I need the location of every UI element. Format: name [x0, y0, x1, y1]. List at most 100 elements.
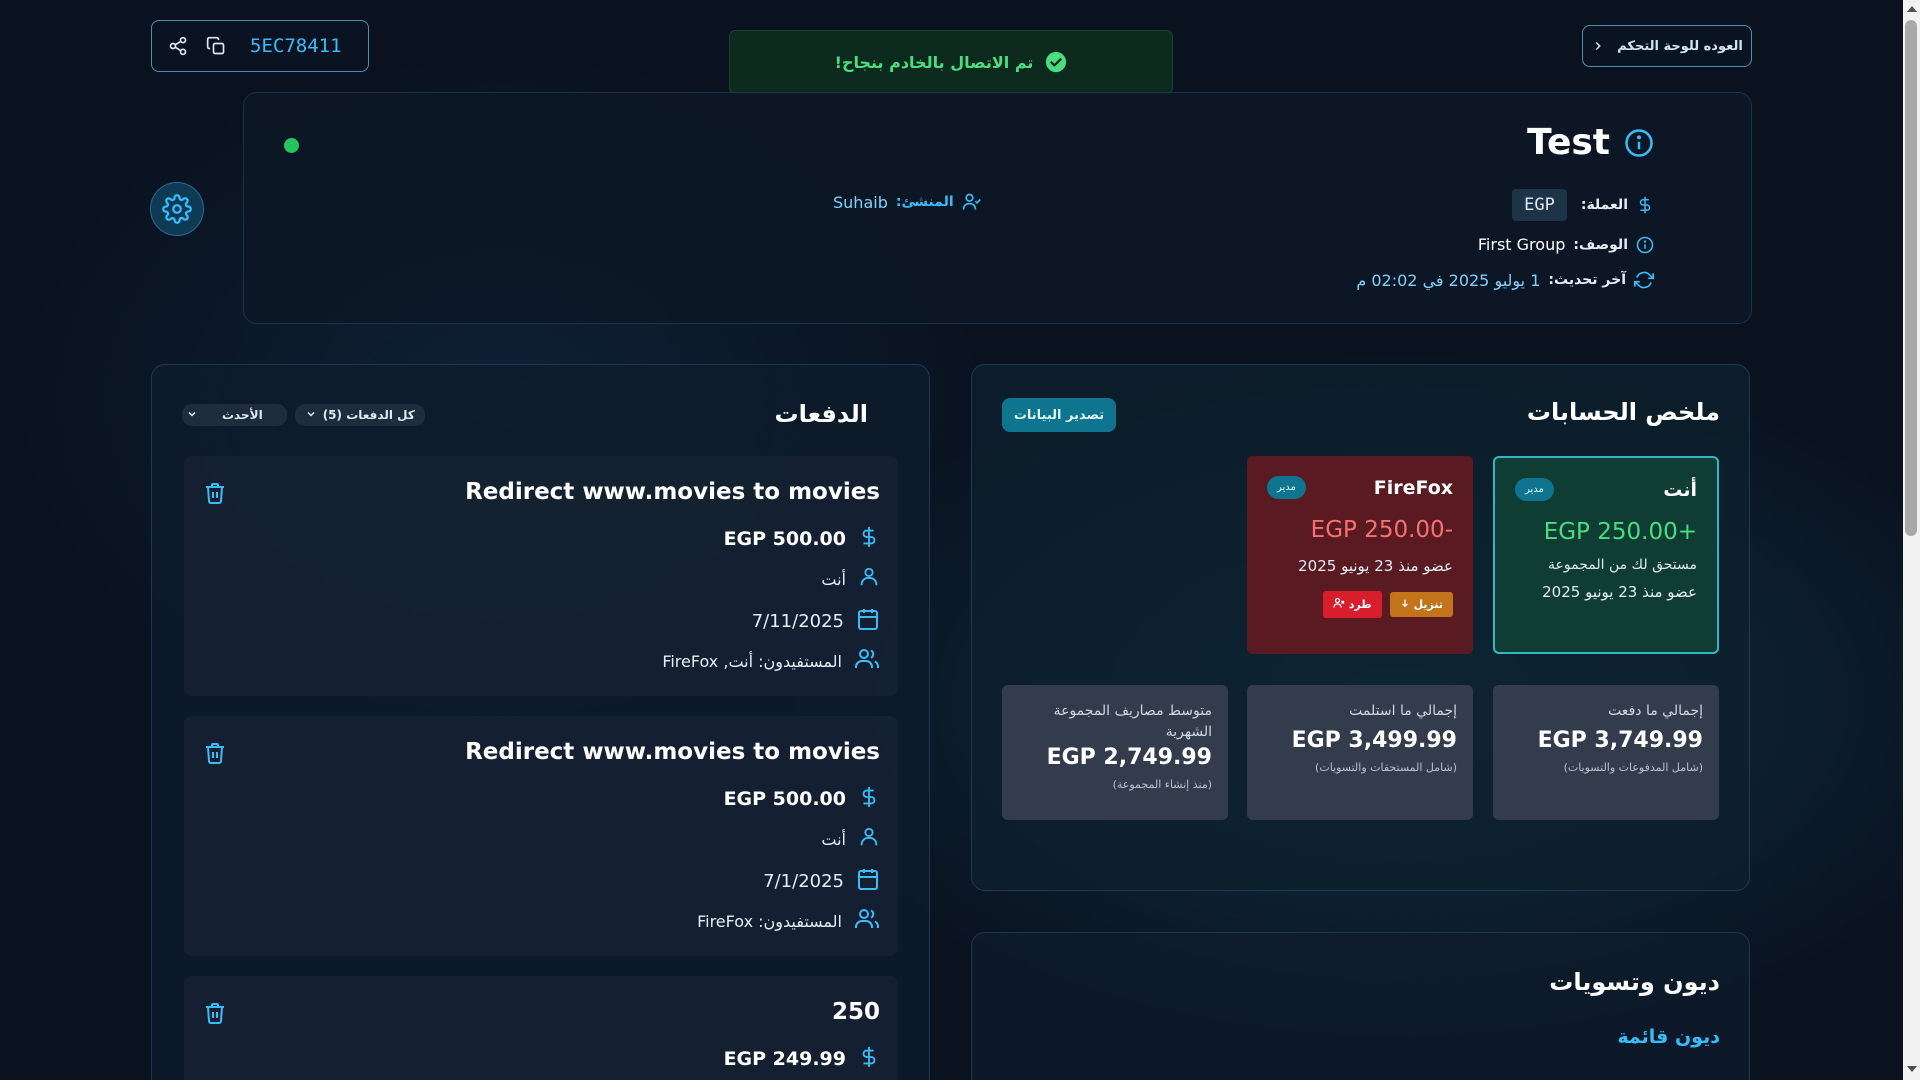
creator-name: Suhaib [833, 192, 888, 212]
description-row: الوصف: First Group [1478, 235, 1654, 254]
member-balance: -EGP 250.00 [1310, 517, 1453, 543]
stat-value: EGP 2,749.99 [1046, 745, 1212, 770]
payment-payer: أنت [821, 566, 880, 592]
kick-button[interactable]: طرد [1322, 591, 1382, 618]
share-icon[interactable] [168, 36, 188, 56]
payment-amount: EGP 500.00 [724, 786, 880, 812]
member-joined: عضو منذ 23 يونيو 2025 [1542, 583, 1697, 601]
summary-title: ملخص الحسابات [1526, 398, 1720, 426]
payment-beneficiaries-text: المستفيدون: FireFox [697, 911, 842, 931]
stat-note: (شامل المستحقات والتسويات) [1315, 761, 1457, 774]
payment-title-text: Redirect www.movies to movies [465, 479, 880, 505]
member-balance: +EGP 250.00 [1543, 519, 1697, 545]
kick-label: طرد [1348, 598, 1372, 611]
payment-payer-text: أنت [821, 829, 846, 849]
back-to-dashboard-button[interactable]: العوده للوحة التحكم [1582, 25, 1752, 67]
member-name: أنت [1663, 478, 1697, 501]
payment-date-text: 7/11/2025 [751, 610, 844, 632]
scrollbar-thumb[interactable] [1905, 20, 1917, 536]
stat-value: EGP 3,499.99 [1291, 728, 1457, 753]
dollar-icon [858, 1046, 880, 1072]
stat-value: EGP 3,749.99 [1537, 728, 1703, 753]
payment-title: Redirect www.movies to movies [465, 479, 880, 505]
group-title: Test [1527, 122, 1654, 163]
settings-button[interactable] [150, 182, 204, 236]
users-icon [854, 907, 880, 935]
chevron-down-icon [186, 408, 198, 423]
user-check-icon [962, 192, 982, 212]
role-badge: مدير [1515, 478, 1554, 501]
scroll-down-arrow-icon[interactable] [1907, 1066, 1917, 1072]
updated-row: آخر تحديث: 1 يوليو 2025 في 02:02 م [1356, 270, 1654, 290]
description-label: الوصف: [1573, 236, 1628, 253]
stat-note: (شامل المدفوعات والتسويات) [1563, 761, 1703, 774]
currency-label: العملة: [1580, 197, 1628, 213]
online-status-dot [284, 138, 299, 153]
currency-badge: EGP [1512, 189, 1567, 221]
payment-payer-text: أنت [821, 569, 846, 589]
stat-monthly-average: متوسط مصاريف المجموعة الشهرية EGP 2,749.… [1002, 685, 1228, 820]
export-data-button[interactable]: تصدير البيانات [1002, 398, 1116, 432]
stat-label: إجمالي ما دفعت [1608, 703, 1703, 719]
users-icon [854, 647, 880, 675]
currency-row: العملة: EGP [1512, 189, 1654, 221]
stat-total-paid: إجمالي ما دفعت EGP 3,749.99 (شامل المدفو… [1493, 685, 1719, 820]
dollar-icon [1636, 196, 1654, 214]
debts-panel [971, 932, 1750, 1080]
debts-subtitle[interactable]: ديون قائمة [1617, 1026, 1720, 1048]
description-value: First Group [1477, 235, 1566, 254]
gear-icon [162, 194, 192, 224]
payment-amount: EGP 249.99 [724, 1046, 880, 1072]
toast-message: تم الاتصال بالخادم بنجاح! [834, 52, 1034, 72]
payment-amount-text: EGP 249.99 [723, 1048, 846, 1070]
dollar-icon [858, 786, 880, 812]
dollar-icon [858, 526, 880, 552]
payment-amount-text: EGP 500.00 [723, 528, 846, 550]
trash-icon[interactable] [203, 481, 227, 505]
payment-payer: أنت [821, 826, 880, 852]
updated-value: 1 يوليو 2025 في 02:02 م [1356, 270, 1541, 290]
trash-icon[interactable] [203, 1001, 227, 1025]
group-creator: المنشئ: Suhaib [833, 192, 982, 212]
demote-button[interactable]: تنزيل [1389, 592, 1453, 617]
payment-title: Redirect www.movies to movies [465, 739, 880, 765]
trash-icon[interactable] [203, 741, 227, 765]
payment-title: 250 [832, 999, 880, 1025]
check-circle-icon [1045, 51, 1067, 73]
payment-date-text: 7/1/2025 [763, 870, 844, 892]
member-joined: عضو منذ 23 يونيو 2025 [1298, 557, 1453, 575]
scroll-up-arrow-icon[interactable] [1907, 6, 1917, 12]
payment-title-text: 250 [831, 999, 880, 1025]
stat-label: متوسط مصاريف المجموعة الشهرية [1053, 703, 1212, 740]
payment-beneficiaries: المستفيدون: أنت, FireFox [662, 647, 880, 675]
copy-icon[interactable] [206, 36, 226, 56]
success-toast: تم الاتصال بالخادم بنجاح! [729, 30, 1173, 94]
calendar-icon [856, 867, 880, 895]
payment-filters: كل الدفعات (5) الأحدث [182, 404, 425, 426]
creator-label: المنشئ: [895, 194, 954, 210]
member-card-firefox: FireFox مدير -EGP 250.00 عضو منذ 23 يوني… [1247, 456, 1473, 654]
sort-select[interactable]: الأحدث [182, 404, 287, 426]
payment-date: 7/11/2025 [752, 607, 880, 635]
updated-label: آخر تحديث: [1548, 272, 1626, 288]
member-note: مستحق لك من المجموعة [1548, 557, 1697, 573]
payment-beneficiaries: المستفيدون: FireFox [697, 907, 880, 935]
payment-amount: EGP 500.00 [724, 526, 880, 552]
role-badge: مدير [1267, 476, 1306, 499]
share-code-box: 5EC78411 [151, 20, 369, 72]
group-name: Test [1527, 122, 1610, 163]
info-small-icon [1636, 236, 1654, 254]
stat-label: إجمالي ما استلمت [1349, 703, 1457, 719]
refresh-icon [1634, 270, 1654, 290]
debts-title: ديون وتسويات [1549, 968, 1720, 996]
group-code[interactable]: 5EC78411 [250, 35, 342, 57]
stat-note: (منذ إنشاء المجموعة) [1112, 778, 1212, 791]
payment-beneficiaries-text: المستفيدون: أنت, FireFox [662, 651, 842, 671]
info-icon[interactable] [1624, 128, 1654, 158]
member-actions: تنزيل طرد [1267, 591, 1453, 618]
back-button-label: العوده للوحة التحكم [1617, 38, 1743, 54]
payments-title: الدفعات [774, 400, 869, 428]
member-name: FireFox [1373, 476, 1453, 499]
stat-total-received: إجمالي ما استلمت EGP 3,499.99 (شامل المس… [1247, 685, 1473, 820]
filter-all-select[interactable]: كل الدفعات (5) [294, 404, 425, 426]
